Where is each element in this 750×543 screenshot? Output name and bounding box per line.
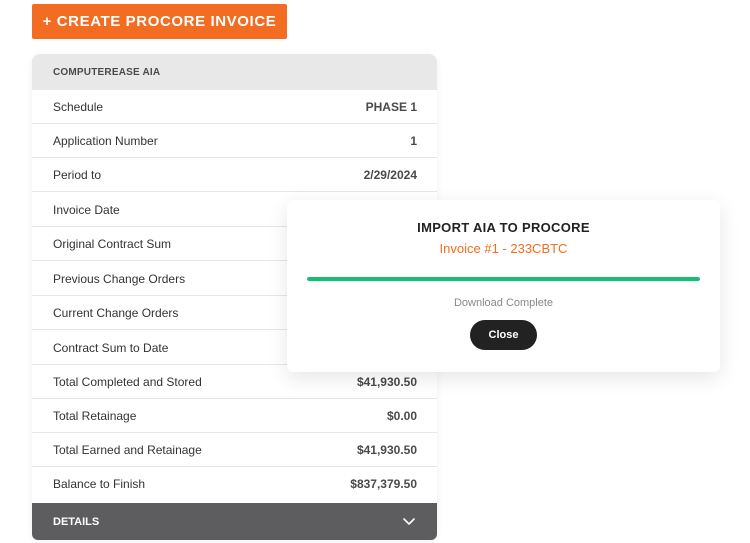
- row-label: Schedule: [53, 99, 104, 114]
- row-application-number: Application Number 1: [32, 124, 437, 158]
- row-value: 2/29/2024: [363, 167, 417, 182]
- details-toggle[interactable]: DETAILS: [32, 503, 437, 540]
- row-total-retainage: Total Retainage $0.00: [32, 399, 437, 433]
- close-button[interactable]: Close: [470, 320, 537, 350]
- row-value: $41,930.50: [356, 374, 417, 389]
- modal-subtitle: Invoice #1 - 233CBTC: [439, 241, 568, 256]
- row-value: PHASE 1: [365, 99, 417, 114]
- progress-bar-fill: [307, 277, 700, 281]
- import-aia-modal: IMPORT AIA TO PROCORE Invoice #1 - 233CB…: [287, 200, 720, 372]
- row-value: 1: [410, 133, 417, 148]
- row-label: Balance to Finish: [53, 477, 146, 491]
- modal-title: IMPORT AIA TO PROCORE: [417, 220, 590, 235]
- row-value: $837,379.50: [350, 477, 417, 491]
- row-total-earned-and-retainage: Total Earned and Retainage $41,930.50: [32, 433, 437, 467]
- chevron-down-icon: [403, 517, 415, 526]
- row-schedule: Schedule PHASE 1: [32, 90, 437, 124]
- panel-header: COMPUTEREASE AIA: [32, 54, 437, 90]
- download-status: Download Complete: [453, 297, 554, 309]
- row-label: Total Retainage: [53, 408, 137, 423]
- details-label: DETAILS: [53, 515, 100, 528]
- row-label: Period to: [53, 167, 102, 182]
- row-value: $0.00: [386, 408, 417, 423]
- create-procore-invoice-button[interactable]: + CREATE PROCORE INVOICE: [32, 4, 287, 39]
- row-label: Original Contract Sum: [53, 236, 172, 251]
- row-period-to: Period to 2/29/2024: [32, 158, 437, 192]
- row-label: Invoice Date: [53, 202, 120, 217]
- row-value: $41,930.50: [356, 442, 417, 457]
- row-balance-to-finish: Balance to Finish $837,379.50: [32, 467, 437, 501]
- row-label: Contract Sum to Date: [53, 340, 169, 355]
- row-label: Total Earned and Retainage: [53, 442, 202, 457]
- progress-bar: [307, 277, 700, 281]
- row-label: Current Change Orders: [53, 305, 179, 320]
- row-label: Application Number: [53, 133, 158, 148]
- row-label: Previous Change Orders: [53, 271, 186, 286]
- row-label: Total Completed and Stored: [53, 374, 202, 389]
